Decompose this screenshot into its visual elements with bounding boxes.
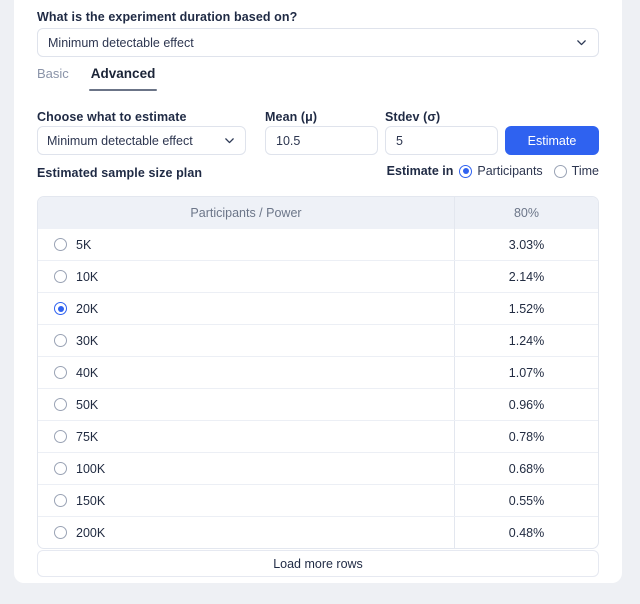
table-cell-power: 1.07%: [454, 357, 598, 388]
table-body: 5K 3.03% 10K 2.14% 20K 1.52% 30K 1.24% 40K 1.07% 5…: [38, 229, 598, 548]
table-cell-participants: 5K: [38, 229, 454, 260]
table-row[interactable]: 100K 0.68%: [38, 452, 598, 484]
table-cell-participants: 150K: [38, 485, 454, 516]
table-cell-power: 0.55%: [454, 485, 598, 516]
table-cell-participants: 50K: [38, 389, 454, 420]
table-cell-power: 0.78%: [454, 421, 598, 452]
table-row[interactable]: 200K 0.48%: [38, 516, 598, 548]
table-cell-participants: 100K: [38, 453, 454, 484]
table-cell-power: 0.48%: [454, 517, 598, 548]
table-cell-participants-label: 30K: [76, 333, 99, 348]
table-row[interactable]: 20K 1.52%: [38, 292, 598, 324]
radio-row-icon[interactable]: [54, 334, 67, 347]
table-cell-participants: 20K: [38, 293, 454, 324]
table-row[interactable]: 10K 2.14%: [38, 260, 598, 292]
table-cell-power: 0.96%: [454, 389, 598, 420]
question-label: What is the experiment duration based on…: [37, 10, 298, 24]
estimate-in-option-time[interactable]: Time: [553, 164, 599, 178]
radio-row-icon[interactable]: [54, 398, 67, 411]
estimate-in-option-participants[interactable]: Participants: [459, 164, 543, 178]
table-cell-participants: 200K: [38, 517, 454, 548]
table-header-row: Participants / Power 80%: [38, 197, 598, 229]
table-cell-participants: 10K: [38, 261, 454, 292]
table-cell-participants-label: 50K: [76, 397, 99, 412]
load-more-rows-button[interactable]: Load more rows: [37, 550, 599, 577]
stdev-input[interactable]: [385, 126, 498, 155]
table-cell-participants-label: 150K: [76, 493, 106, 508]
tab-basic[interactable]: Basic: [37, 66, 69, 91]
radio-row-icon[interactable]: [54, 462, 67, 475]
estimate-in-option-time-label: Time: [571, 164, 599, 178]
radio-time-icon[interactable]: [553, 164, 567, 178]
column-header-participants: Participants / Power: [190, 206, 302, 220]
table-cell-participants-label: 40K: [76, 365, 99, 380]
estimate-select-label: Choose what to estimate: [37, 110, 187, 124]
estimate-target-select[interactable]: Minimum detectable effect: [37, 126, 246, 155]
table-row[interactable]: 5K 3.03%: [38, 229, 598, 260]
table-cell-participants: 30K: [38, 325, 454, 356]
chevron-down-icon: [223, 134, 236, 147]
estimate-in-label: Estimate in: [386, 164, 454, 178]
radio-row-icon[interactable]: [54, 238, 67, 251]
sample-size-table: Participants / Power 80% 5K 3.03% 10K 2.14%…: [37, 196, 599, 549]
chevron-down-icon: [575, 36, 588, 49]
mean-input-label: Mean (μ): [265, 110, 318, 124]
radio-row-icon[interactable]: [54, 302, 67, 315]
table-row[interactable]: 75K 0.78%: [38, 420, 598, 452]
table-cell-participants-label: 10K: [76, 269, 99, 284]
estimate-target-select-value: Minimum detectable effect: [47, 133, 193, 148]
table-cell-participants-label: 20K: [76, 301, 99, 316]
table-row[interactable]: 150K 0.55%: [38, 484, 598, 516]
table-cell-participants-label: 200K: [76, 525, 106, 540]
radio-row-icon[interactable]: [54, 366, 67, 379]
table-cell-participants: 40K: [38, 357, 454, 388]
tab-basic-label: Basic: [37, 66, 69, 81]
estimate-in-option-participants-label: Participants: [477, 164, 543, 178]
table-cell-participants-label: 5K: [76, 237, 92, 252]
radio-row-icon[interactable]: [54, 430, 67, 443]
estimate-in-radio-group: Estimate in Participants Time: [387, 164, 599, 178]
table-cell-power: 1.24%: [454, 325, 598, 356]
table-cell-participants-label: 100K: [76, 461, 106, 476]
duration-basis-select-value: Minimum detectable effect: [48, 35, 194, 50]
table-cell-power: 1.52%: [454, 293, 598, 324]
radio-row-icon[interactable]: [54, 526, 67, 539]
table-cell-participants: 75K: [38, 421, 454, 452]
table-row[interactable]: 30K 1.24%: [38, 324, 598, 356]
table-row[interactable]: 50K 0.96%: [38, 388, 598, 420]
table-cell-power: 3.03%: [454, 229, 598, 260]
mean-input[interactable]: [265, 126, 378, 155]
tab-advanced[interactable]: Advanced: [88, 66, 157, 91]
duration-basis-select[interactable]: Minimum detectable effect: [37, 28, 599, 57]
table-cell-participants-label: 75K: [76, 429, 99, 444]
tab-advanced-label: Advanced: [90, 66, 156, 81]
radio-participants-icon[interactable]: [459, 164, 473, 178]
table-cell-power: 2.14%: [454, 261, 598, 292]
mode-tabs: Basic Advanced: [37, 66, 157, 91]
sample-size-card: What is the experiment duration based on…: [14, 0, 622, 583]
radio-row-icon[interactable]: [54, 494, 67, 507]
plan-section-title: Estimated sample size plan: [37, 166, 203, 180]
estimate-button[interactable]: Estimate: [505, 126, 599, 155]
table-row[interactable]: 40K 1.07%: [38, 356, 598, 388]
radio-row-icon[interactable]: [54, 270, 67, 283]
column-header-power: 80%: [454, 197, 598, 229]
stdev-input-label: Stdev (σ): [385, 110, 441, 124]
table-cell-power: 0.68%: [454, 453, 598, 484]
